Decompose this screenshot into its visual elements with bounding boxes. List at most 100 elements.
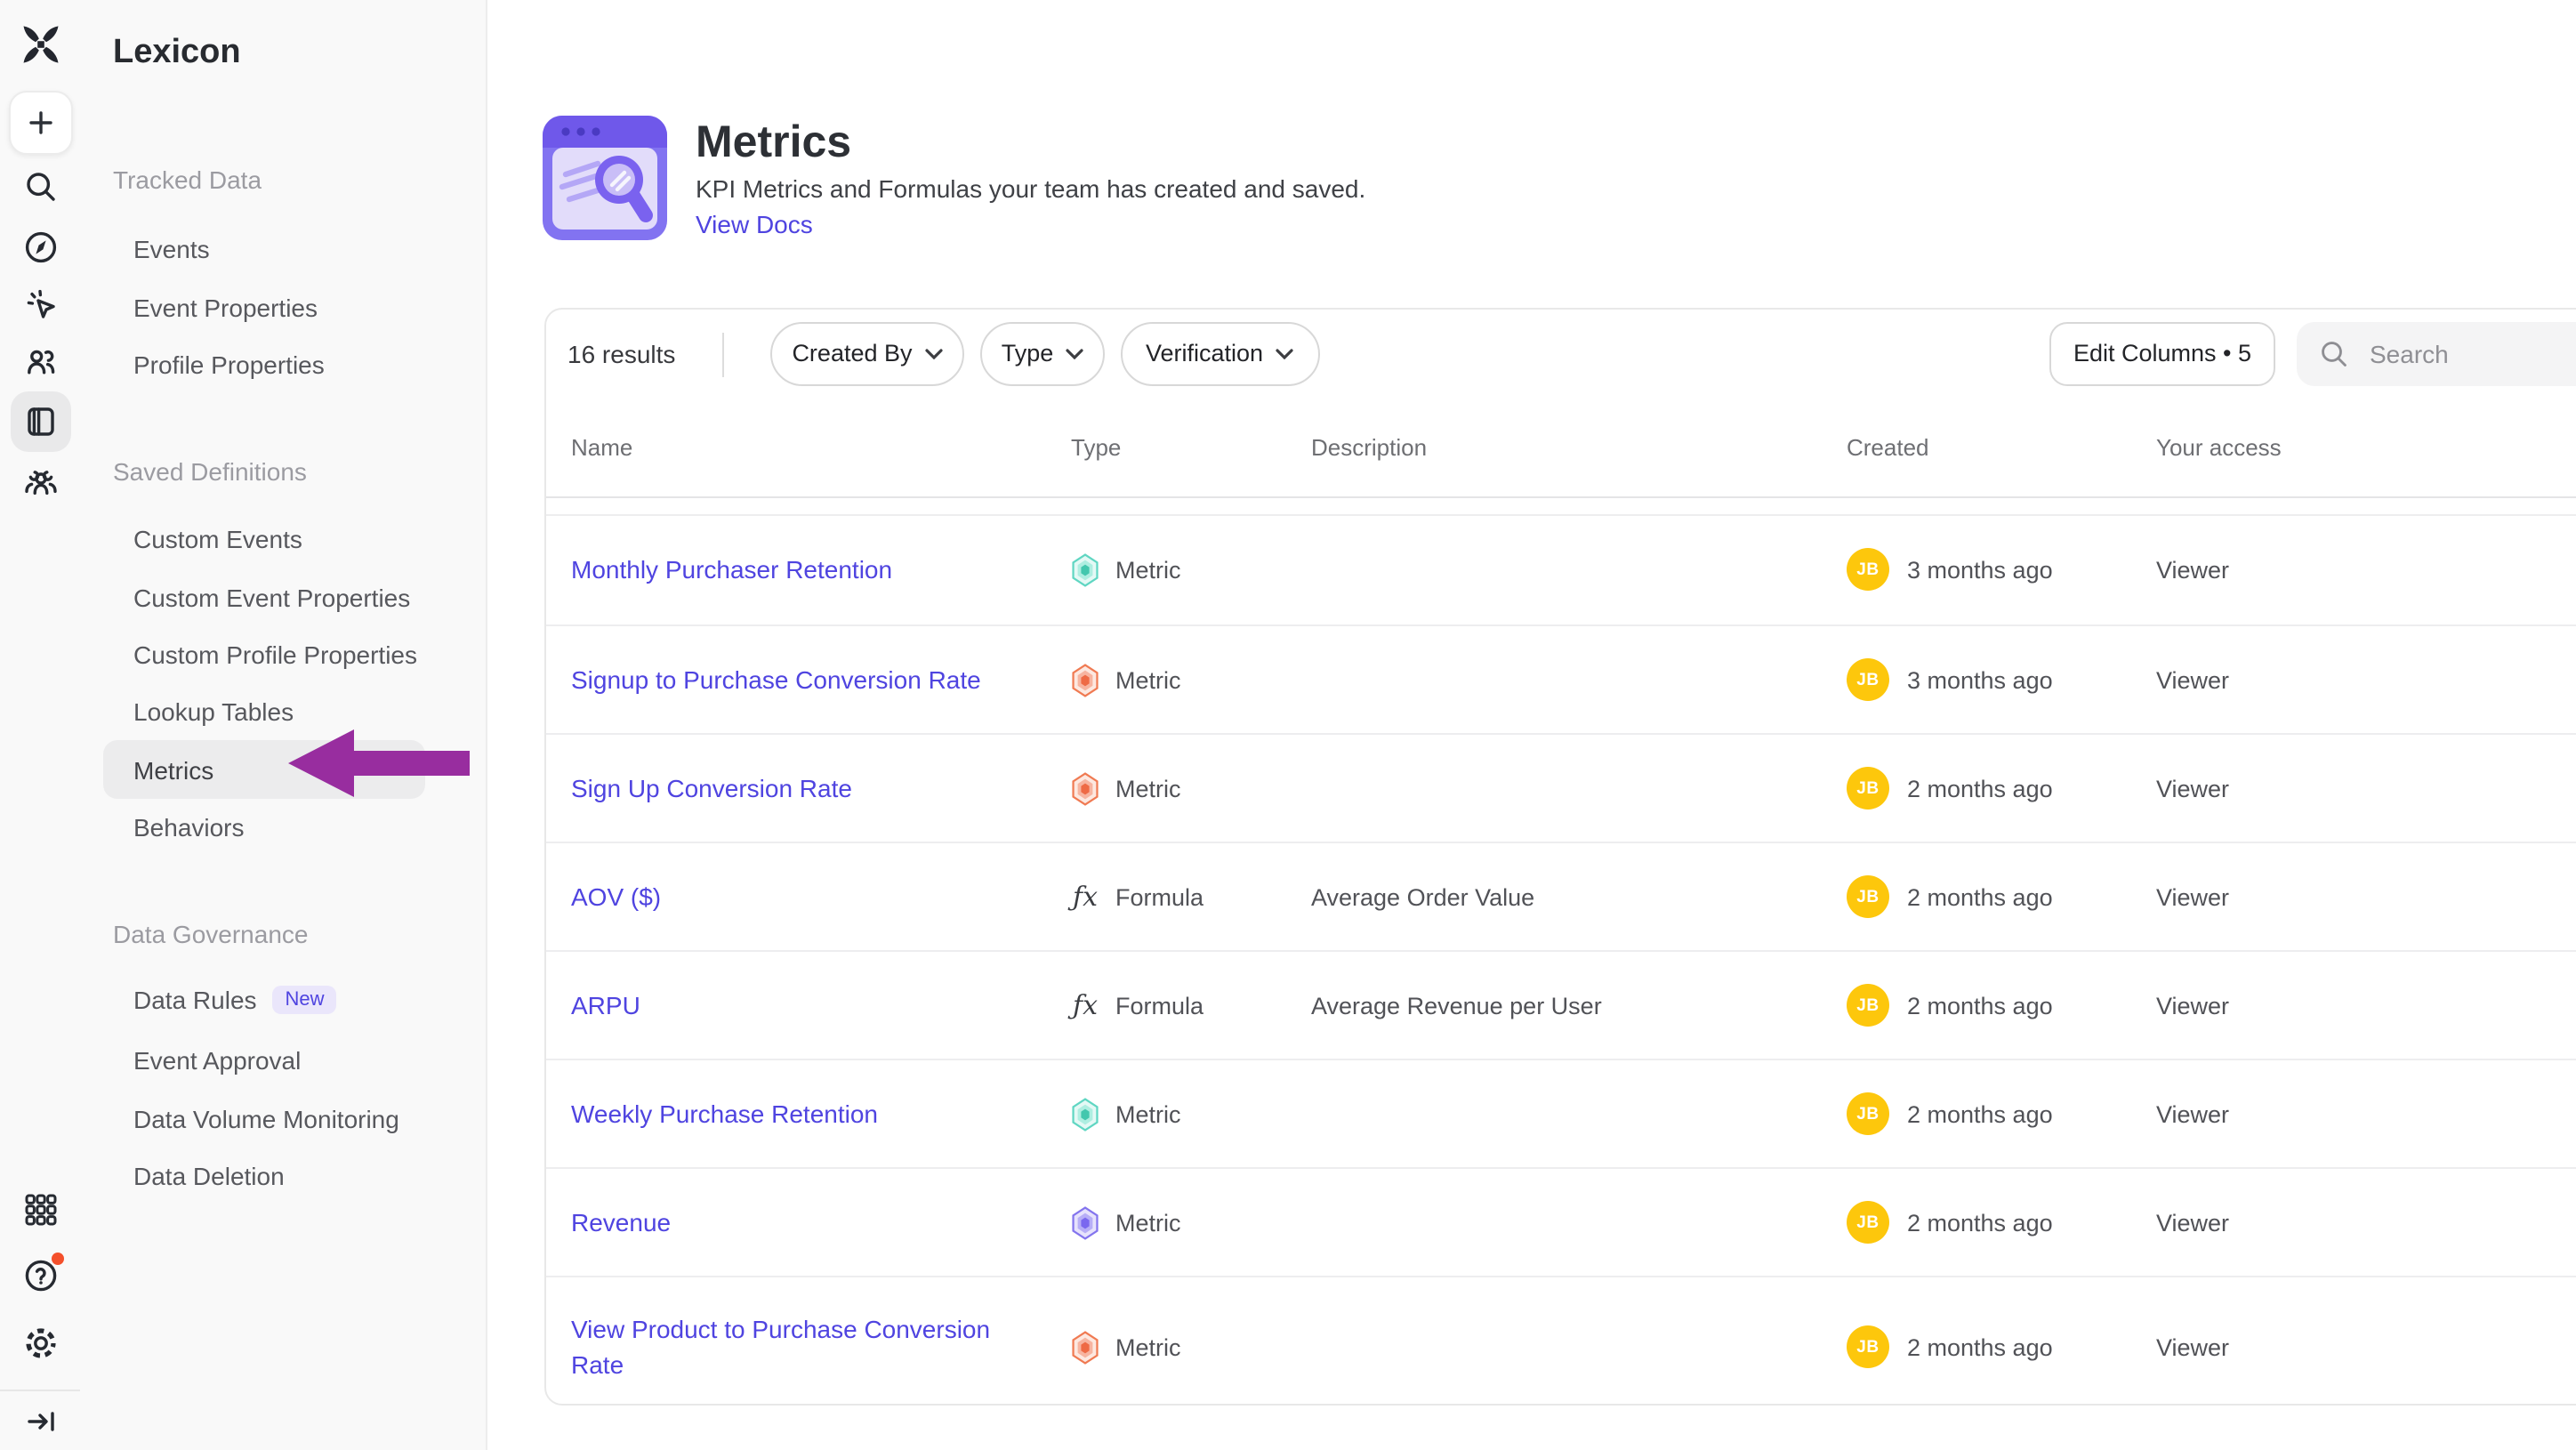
sidebar-item-event-approval[interactable]: Event Approval — [133, 1046, 301, 1075]
navigator-compass-icon[interactable] — [22, 229, 58, 264]
chevron-down-icon — [1066, 348, 1083, 358]
table-row[interactable]: AOV ($) ƒx Formula Average Order Value J… — [546, 842, 2576, 950]
page-description: KPI Metrics and Formulas your team has c… — [696, 174, 1365, 203]
mixpanel-logo-icon[interactable] — [17, 21, 63, 68]
new-badge: New — [273, 986, 337, 1014]
creator-avatar: JB — [1847, 549, 1889, 592]
access-cell: Viewer — [2156, 1209, 2576, 1236]
sidebar-item-event-properties[interactable]: Event Properties — [133, 293, 318, 321]
help-question-icon[interactable] — [22, 1257, 58, 1293]
apps-grid-icon[interactable] — [22, 1192, 58, 1228]
table-row[interactable]: Sign Up Conversion Rate Metric JB 2 mont… — [546, 733, 2576, 842]
metric-name-link[interactable]: Sign Up Conversion Rate — [571, 770, 1071, 806]
sidebar-item-events[interactable]: Events — [133, 235, 210, 263]
filter-verification[interactable]: Verification — [1120, 321, 1319, 385]
collapse-sidebar-icon[interactable] — [22, 1404, 58, 1439]
new-report-plus-button[interactable] — [8, 90, 72, 154]
metric-name-link[interactable]: Revenue — [571, 1204, 1071, 1240]
table-search — [2297, 321, 2576, 385]
access-cell: Viewer — [2156, 557, 2576, 584]
metric-name-link[interactable]: Monthly Purchaser Retention — [571, 552, 1071, 588]
created-date: 3 months ago — [1907, 666, 2053, 693]
table-row[interactable]: View Product to Purchase Conversion Rate… — [546, 1276, 2576, 1405]
table-row[interactable]: Signup to Purchase Conversion Rate Metri… — [546, 624, 2576, 733]
metric-name-link[interactable]: Signup to Purchase Conversion Rate — [571, 662, 1071, 697]
metric-hexagon-purple-icon — [1071, 1205, 1099, 1239]
metric-name-link[interactable]: ARPU — [571, 987, 1071, 1023]
notification-dot — [51, 1252, 63, 1264]
edit-columns-button[interactable]: Edit Columns • 5 — [2049, 321, 2275, 385]
col-type: Type — [1071, 434, 1311, 461]
type-label: Metric — [1115, 1209, 1181, 1236]
table-row[interactable]: Weekly Purchase Retention Metric JB 2 mo… — [546, 1059, 2576, 1167]
metric-name-link[interactable]: AOV ($) — [571, 879, 1071, 914]
table-row[interactable]: Revenue Metric JB 2 months ago Viewer — [546, 1167, 2576, 1276]
search-icon[interactable] — [22, 169, 58, 205]
metric-name-link[interactable]: View Product to Purchase Conversion Rate — [571, 1312, 1071, 1383]
access-cell: Viewer — [2156, 883, 2576, 910]
type-label: Formula — [1115, 992, 1203, 1019]
sidebar-item-custom-profile-properties[interactable]: Custom Profile Properties — [133, 640, 417, 669]
metric-hexagon-teal-icon — [1071, 553, 1099, 587]
formula-fx-icon: ƒx — [1071, 989, 1099, 1021]
sidebar-title: Lexicon — [113, 34, 241, 73]
table-body: Monthly Purchaser Retention Metric JB 3 … — [546, 495, 2576, 1405]
created-date: 2 months ago — [1907, 1100, 2053, 1127]
type-label: Metric — [1115, 666, 1181, 693]
sidebar-item-lookup-tables[interactable]: Lookup Tables — [133, 697, 294, 726]
sidebar-item-metrics[interactable]: Metrics — [133, 755, 213, 784]
sidebar-item-custom-events[interactable]: Custom Events — [133, 525, 302, 553]
table-row[interactable]: ARPU ƒx Formula Average Revenue per User… — [546, 950, 2576, 1059]
sidebar-item-data-rules[interactable]: Data Rules New — [133, 986, 337, 1014]
metric-hexagon-teal-icon — [1071, 1097, 1099, 1131]
results-count: 16 results — [568, 321, 675, 385]
created-date: 3 months ago — [1907, 557, 2053, 584]
filter-created-by[interactable]: Created By — [770, 321, 964, 385]
col-created: Created — [1847, 434, 2156, 461]
section-data-governance: Data Governance — [113, 919, 308, 947]
search-input[interactable] — [2366, 337, 2569, 369]
creator-avatar: JB — [1847, 767, 1889, 810]
sidebar-item-custom-event-properties[interactable]: Custom Event Properties — [133, 583, 410, 611]
col-name: Name — [571, 434, 1071, 461]
sidebar-item-data-deletion[interactable]: Data Deletion — [133, 1162, 285, 1190]
view-docs-link[interactable]: View Docs — [696, 210, 813, 238]
sidebar-item-behaviors[interactable]: Behaviors — [133, 813, 245, 842]
type-label: Metric — [1115, 1334, 1181, 1361]
icon-rail — [0, 0, 82, 1450]
cohorts-group-icon[interactable] — [22, 463, 58, 499]
settings-gear-icon[interactable] — [22, 1325, 58, 1360]
type-label: Metric — [1115, 775, 1181, 802]
creator-avatar: JB — [1847, 875, 1889, 918]
filter-type[interactable]: Type — [980, 321, 1105, 385]
col-your-access: Your access — [2156, 434, 2576, 461]
metric-hexagon-orange-icon — [1071, 771, 1099, 805]
rail-divider — [0, 1390, 80, 1391]
creator-avatar: JB — [1847, 984, 1889, 1027]
access-cell: Viewer — [2156, 666, 2576, 693]
created-date: 2 months ago — [1907, 1209, 2053, 1236]
metric-name-link[interactable]: Weekly Purchase Retention — [571, 1096, 1071, 1132]
lexicon-book-icon-active[interactable] — [10, 391, 70, 451]
created-date: 2 months ago — [1907, 883, 2053, 910]
type-label: Metric — [1115, 557, 1181, 584]
creator-avatar: JB — [1847, 658, 1889, 701]
creator-avatar: JB — [1847, 1201, 1889, 1244]
created-date: 2 months ago — [1907, 992, 2053, 1019]
access-cell: Viewer — [2156, 1100, 2576, 1127]
description-cell: Average Revenue per User — [1311, 992, 1847, 1019]
table-row[interactable]: Monthly Purchaser Retention Metric JB 3 … — [546, 513, 2576, 624]
users-icon[interactable] — [22, 343, 58, 379]
search-icon — [2320, 339, 2348, 367]
description-cell: Average Order Value — [1311, 883, 1847, 910]
toolbar-divider — [721, 332, 723, 376]
col-description: Description — [1311, 434, 1847, 461]
created-date: 2 months ago — [1907, 1334, 2053, 1361]
events-cursor-icon[interactable] — [22, 286, 58, 322]
table-header: Name Type Description Created Your acces… — [546, 410, 2576, 485]
access-cell: Viewer — [2156, 992, 2576, 1019]
sidebar-item-data-volume-monitoring[interactable]: Data Volume Monitoring — [133, 1104, 399, 1132]
chevron-down-icon — [925, 348, 943, 358]
sidebar-item-profile-properties[interactable]: Profile Properties — [133, 350, 325, 379]
scrolled-row-sliver — [546, 495, 2576, 513]
